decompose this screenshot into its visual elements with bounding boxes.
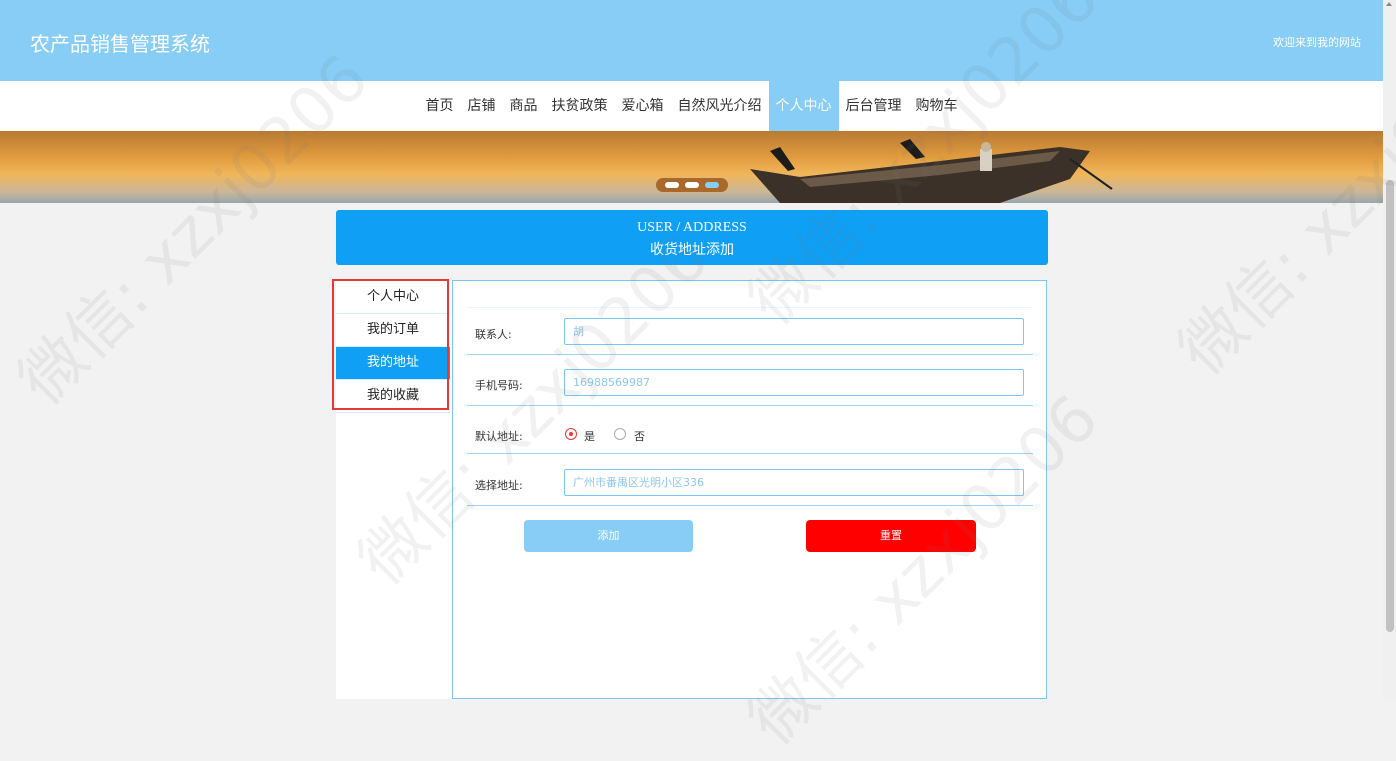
sidebar-highlight-box — [332, 279, 449, 410]
address-select-input[interactable]: 广州市番禺区光明小区336 — [564, 469, 1024, 496]
default-yes-radio[interactable] — [565, 428, 577, 440]
nav-item-cart[interactable]: 购物车 — [909, 81, 965, 131]
default-yes-label: 是 — [584, 430, 595, 443]
main-nav: 首页 店铺 商品 扶贫政策 爱心箱 自然风光介绍 个人中心 后台管理 购物车 — [0, 81, 1383, 131]
divider — [467, 354, 1033, 355]
nav-item-home[interactable]: 首页 — [419, 81, 461, 131]
phone-input[interactable]: 16988569987 — [564, 369, 1024, 396]
page-title-bar: USER / ADDRESS 收货地址添加 — [336, 210, 1048, 265]
header: 农产品销售管理系统 欢迎来到我的网站 — [0, 0, 1383, 81]
banner-carousel — [0, 131, 1383, 203]
nav-item-love-box[interactable]: 爱心箱 — [615, 81, 671, 131]
divider — [467, 307, 1033, 308]
nav-item-personal-center[interactable]: 个人中心 — [768, 81, 839, 131]
nav-item-products[interactable]: 商品 — [503, 81, 545, 131]
carousel-dot-active[interactable] — [705, 182, 719, 188]
divider — [467, 405, 1033, 406]
boat-image — [750, 139, 1113, 203]
scrollbar-thumb[interactable] — [1386, 180, 1394, 632]
nav-item-poverty-policy[interactable]: 扶贫政策 — [545, 81, 615, 131]
welcome-text: 欢迎来到我的网站 — [1273, 36, 1361, 49]
carousel-dot[interactable] — [685, 182, 699, 188]
default-no-label: 否 — [634, 430, 645, 443]
nav-item-shop[interactable]: 店铺 — [461, 81, 503, 131]
contact-input[interactable]: 胡 — [564, 318, 1024, 345]
carousel-indicators — [656, 178, 728, 192]
carousel-dot[interactable] — [665, 182, 679, 188]
phone-label: 手机号码: — [475, 379, 523, 392]
default-address-label: 默认地址: — [475, 430, 523, 443]
page-title-cn: 收货地址添加 — [650, 243, 734, 258]
page-title-en: USER / ADDRESS — [637, 220, 747, 235]
address-form: 联系人: 胡 手机号码: 16988569987 默认地址: 是 否 选择地址:… — [452, 280, 1047, 699]
nav-item-scenery[interactable]: 自然风光介绍 — [671, 81, 769, 131]
divider — [467, 505, 1033, 506]
divider — [467, 453, 1033, 454]
scroll-up-arrow-icon[interactable] — [1386, 2, 1392, 6]
vertical-scrollbar[interactable] — [1383, 0, 1396, 699]
address-label: 选择地址: — [475, 479, 523, 492]
default-no-radio[interactable] — [614, 428, 626, 440]
reset-button[interactable]: 重置 — [806, 520, 976, 552]
contact-label: 联系人: — [475, 328, 512, 341]
add-button[interactable]: 添加 — [524, 520, 693, 552]
nav-item-admin[interactable]: 后台管理 — [839, 81, 909, 131]
site-title: 农产品销售管理系统 — [30, 32, 210, 56]
